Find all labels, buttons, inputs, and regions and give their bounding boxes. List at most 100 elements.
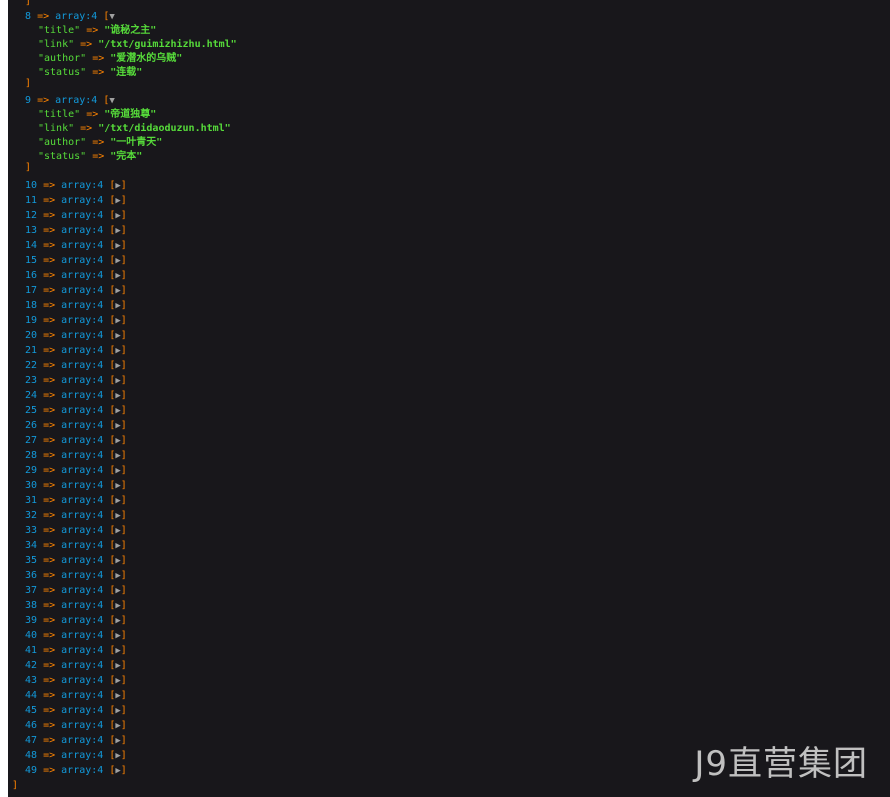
arrow-operator: => (43, 720, 56, 731)
collapsed-array-row: 26 => array:4 [▶] (25, 420, 127, 432)
field-key: "link" (38, 39, 75, 50)
bracket-close: ] (120, 690, 127, 701)
collapsed-array-row: 16 => array:4 [▶] (25, 270, 127, 282)
bracket-close: ] (120, 435, 127, 446)
array-type-label: array:4 (61, 510, 104, 521)
array-type-label: array:4 (61, 660, 104, 671)
item-index: 32 (25, 510, 38, 521)
arrow-operator: => (43, 735, 56, 746)
item-index: 46 (25, 720, 38, 731)
bracket-close: ] (120, 210, 127, 221)
bracket-close: ] (120, 735, 127, 746)
item-index: 23 (25, 375, 38, 386)
bracket-close: ] (120, 360, 127, 371)
item-index: 17 (25, 285, 38, 296)
array-type-label: array:4 (61, 645, 104, 656)
field-row: "author" => "一叶青天" (38, 137, 162, 149)
array-type-label: array:4 (61, 450, 104, 461)
bracket-close: ] (120, 750, 127, 761)
field-row: "title" => "诡秘之主" (38, 25, 156, 37)
item-index: 21 (25, 345, 38, 356)
bracket-close: ] (120, 285, 127, 296)
collapsed-array-row: 31 => array:4 [▶] (25, 495, 127, 507)
collapsed-array-row: 32 => array:4 [▶] (25, 510, 127, 522)
item-index: 26 (25, 420, 38, 431)
array-type-label: array:4 (55, 11, 98, 22)
array-type-label: array:4 (61, 495, 104, 506)
arrow-operator: => (43, 255, 56, 266)
field-value: "/txt/guimizhizhu.html" (98, 39, 237, 50)
arrow-operator: => (43, 525, 56, 536)
collapse-toggle-icon[interactable]: ▼ (109, 96, 114, 106)
collapsed-array-row: 14 => array:4 [▶] (25, 240, 127, 252)
bracket-close: ] (120, 375, 127, 386)
field-key: "author" (38, 137, 87, 148)
arrow-operator: => (43, 300, 56, 311)
arrow-operator: => (43, 705, 56, 716)
array-type-label: array:4 (61, 270, 104, 281)
array-item-close: ] (25, 78, 31, 90)
arrow-operator: => (43, 645, 56, 656)
field-key: "status" (38, 67, 87, 78)
arrow-operator: => (43, 480, 56, 491)
item-index: 25 (25, 405, 38, 416)
item-index: 49 (25, 765, 38, 776)
arrow-operator: => (43, 270, 56, 281)
item-index: 14 (25, 240, 38, 251)
item-index: 42 (25, 660, 38, 671)
collapsed-array-row: 43 => array:4 [▶] (25, 675, 127, 687)
item-index: 30 (25, 480, 38, 491)
collapsed-array-row: 27 => array:4 [▶] (25, 435, 127, 447)
collapsed-array-row: 10 => array:4 [▶] (25, 180, 127, 192)
arrow-operator: => (43, 555, 56, 566)
arrow-operator: => (43, 660, 56, 671)
collapsed-array-row: 24 => array:4 [▶] (25, 390, 127, 402)
collapsed-array-row: 19 => array:4 [▶] (25, 315, 127, 327)
bracket-close: ] (120, 720, 127, 731)
item-index: 18 (25, 300, 38, 311)
array-type-label: array:4 (61, 435, 104, 446)
item-index: 45 (25, 705, 38, 716)
arrow-operator: => (43, 570, 56, 581)
collapsed-array-row: 42 => array:4 [▶] (25, 660, 127, 672)
bracket-close: ] (120, 255, 127, 266)
array-type-label: array:4 (61, 195, 104, 206)
array-type-label: array:4 (61, 525, 104, 536)
item-index: 13 (25, 225, 38, 236)
array-type-label: array:4 (61, 225, 104, 236)
collapsed-array-row: 48 => array:4 [▶] (25, 750, 127, 762)
bracket-close: ] (120, 405, 127, 416)
array-type-label: array:4 (61, 540, 104, 551)
arrow-operator: => (43, 765, 56, 776)
arrow-operator: => (43, 465, 56, 476)
array-type-label: array:4 (61, 600, 104, 611)
bracket-close: ] (120, 705, 127, 716)
item-index: 34 (25, 540, 38, 551)
array-type-label: array:4 (61, 360, 104, 371)
collapsed-array-row: 39 => array:4 [▶] (25, 615, 127, 627)
arrow-operator: => (92, 151, 105, 162)
watermark-text: J9直营集团 (694, 744, 868, 784)
item-index: 48 (25, 750, 38, 761)
arrow-operator: => (43, 600, 56, 611)
array-type-label: array:4 (61, 765, 104, 776)
item-index: 37 (25, 585, 38, 596)
collapsed-array-row: 28 => array:4 [▶] (25, 450, 127, 462)
field-value: "爱潜水的乌贼" (110, 53, 183, 64)
field-row: "link" => "/txt/guimizhizhu.html" (38, 39, 237, 51)
array-type-label: array:4 (61, 480, 104, 491)
collapse-toggle-icon[interactable]: ▼ (109, 12, 114, 22)
arrow-operator: => (43, 495, 56, 506)
bracket-close: ] (120, 480, 127, 491)
bracket-close: ] (120, 195, 127, 206)
collapsed-array-row: 35 => array:4 [▶] (25, 555, 127, 567)
array-item-header: 8 => array:4 [▼ (25, 11, 115, 23)
collapsed-array-row: 11 => array:4 [▶] (25, 195, 127, 207)
collapsed-array-row: 49 => array:4 [▶] (25, 765, 127, 777)
array-type-label: array:4 (61, 345, 104, 356)
collapsed-array-row: 17 => array:4 [▶] (25, 285, 127, 297)
collapsed-array-row: 36 => array:4 [▶] (25, 570, 127, 582)
collapsed-array-row: 37 => array:4 [▶] (25, 585, 127, 597)
item-index: 33 (25, 525, 38, 536)
bracket-close: ] (120, 615, 127, 626)
